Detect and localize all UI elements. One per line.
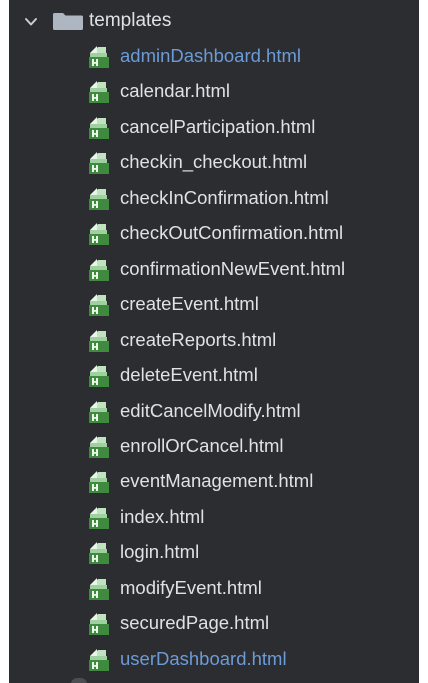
- scroll-stub: [71, 678, 87, 683]
- html-file-icon: [88, 505, 110, 529]
- file-row-securedpage[interactable]: securedPage.html: [9, 606, 419, 641]
- html-file-icon: [88, 221, 110, 246]
- folder-row-templates[interactable]: templates: [9, 3, 419, 39]
- file-label: calendar.html: [120, 80, 231, 102]
- file-row-calendar[interactable]: calendar.html: [9, 74, 419, 109]
- html-file-icon: [88, 115, 110, 139]
- html-file-icon: [88, 44, 110, 68]
- file-label: cancelParticipation.html: [120, 115, 316, 137]
- file-row-checkoutconfirmation[interactable]: checkOutConfirmation.html: [9, 216, 419, 251]
- file-label: editCancelModify.html: [120, 399, 301, 421]
- file-label: securedPage.html: [120, 612, 270, 634]
- html-file-icon: [88, 469, 110, 494]
- folder-label: templates: [89, 10, 172, 31]
- file-row-cancelparticipation[interactable]: cancelParticipation.html: [9, 110, 419, 145]
- file-row-userdashboard[interactable]: userDashboard.html: [9, 642, 419, 677]
- file-label: createReports.html: [120, 328, 277, 350]
- file-row-admindashboard[interactable]: adminDashboard.html: [9, 39, 419, 74]
- html-file-icon: [88, 611, 110, 636]
- folder-icon: [53, 13, 83, 30]
- html-file-icon: [88, 257, 110, 281]
- file-row-deleteevent[interactable]: deleteEvent.html: [9, 358, 419, 393]
- file-row-login[interactable]: login.html: [9, 535, 419, 570]
- file-row-modifyevent[interactable]: modifyEvent.html: [9, 571, 419, 606]
- file-label: login.html: [120, 541, 200, 563]
- file-label: createEvent.html: [120, 293, 259, 315]
- file-label: userDashboard.html: [120, 647, 287, 669]
- file-label: adminDashboard.html: [120, 45, 301, 66]
- html-file-icon: [88, 399, 110, 423]
- html-file-icon: [88, 328, 110, 352]
- file-row-editcancelmodify[interactable]: editCancelModify.html: [9, 394, 419, 429]
- file-row-confirmationnewevent[interactable]: confirmationNewEvent.html: [9, 252, 419, 287]
- file-label: deleteEvent.html: [120, 364, 258, 386]
- html-file-icon: [88, 540, 110, 565]
- html-file-icon: [88, 576, 110, 600]
- html-file-icon: [88, 647, 110, 671]
- file-label: checkin_checkout.html: [120, 151, 308, 173]
- html-file-icon: [88, 363, 110, 388]
- file-row-checkinconfirmation[interactable]: checkInConfirmation.html: [9, 181, 419, 216]
- file-label: checkOutConfirmation.html: [120, 222, 344, 244]
- file-label: eventManagement.html: [120, 470, 314, 492]
- file-row-index[interactable]: index.html: [9, 500, 419, 535]
- project-tree-panel: templates adminDashboard.html calendar.h…: [9, 0, 419, 683]
- html-file-icon: [88, 434, 110, 458]
- file-label: confirmationNewEvent.html: [120, 257, 346, 279]
- file-label: enrollOrCancel.html: [120, 434, 284, 456]
- html-file-icon: [88, 292, 110, 317]
- file-row-enrollorcancel[interactable]: enrollOrCancel.html: [9, 429, 419, 464]
- file-row-eventmanagement[interactable]: eventManagement.html: [9, 464, 419, 499]
- file-label: index.html: [120, 505, 205, 527]
- file-label: modifyEvent.html: [120, 576, 262, 598]
- html-file-icon: [88, 186, 110, 210]
- file-row-checkin-checkout[interactable]: checkin_checkout.html: [9, 145, 419, 180]
- html-file-icon: [88, 79, 110, 104]
- chevron-down-icon[interactable]: [24, 15, 38, 27]
- file-label: checkInConfirmation.html: [120, 186, 329, 208]
- file-row-createreports[interactable]: createReports.html: [9, 323, 419, 358]
- html-file-icon: [88, 150, 110, 175]
- file-row-createevent[interactable]: createEvent.html: [9, 287, 419, 322]
